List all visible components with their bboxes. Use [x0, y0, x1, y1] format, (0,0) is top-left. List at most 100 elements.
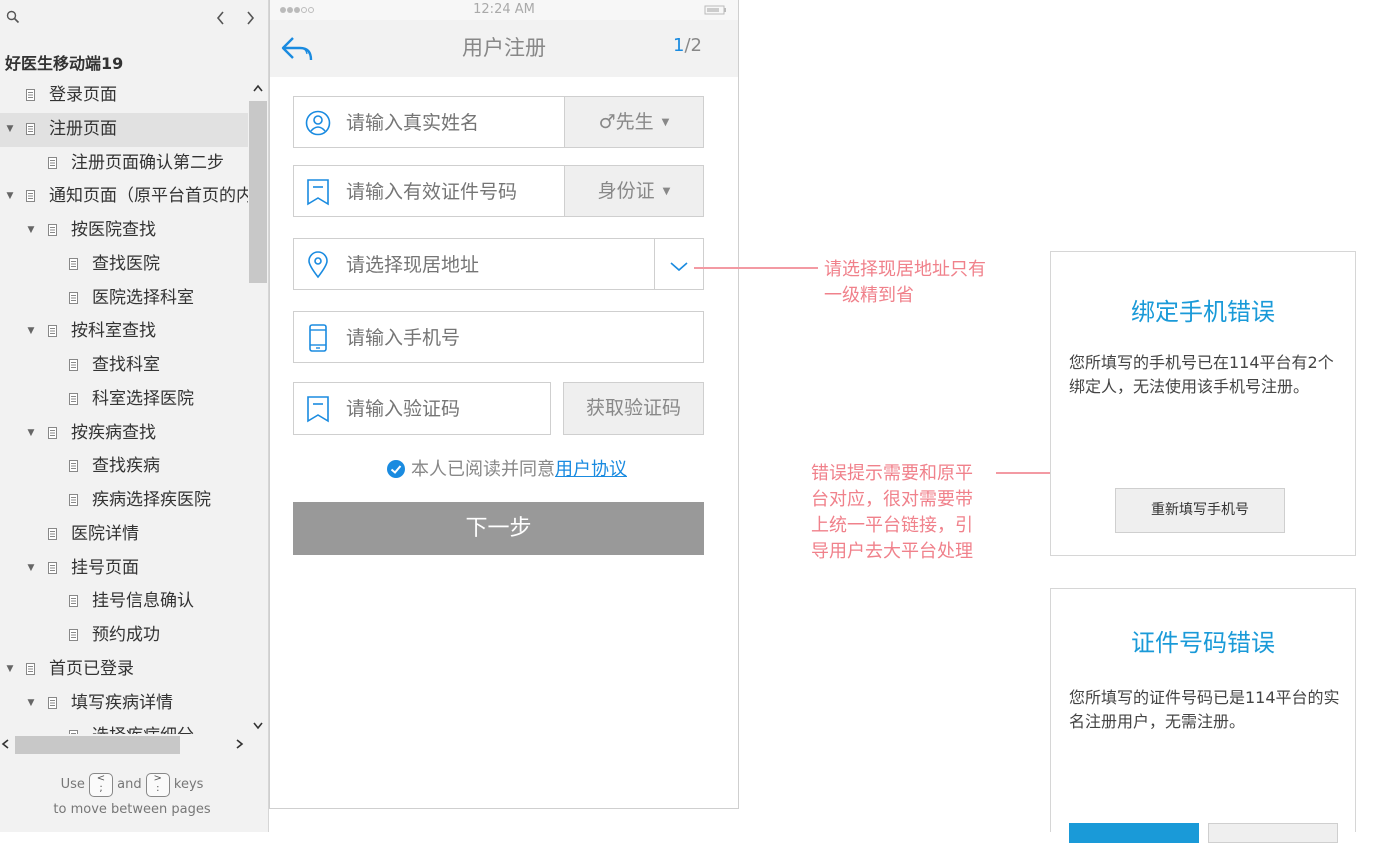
project-title: 好医生移动端19 — [5, 54, 124, 73]
id-error-secondary-button[interactable] — [1208, 823, 1338, 843]
tree-item[interactable]: ▼ 首页已登录 — [0, 653, 248, 687]
expand-arrow-icon[interactable]: ▼ — [5, 113, 15, 146]
id-type-value: 身份证 — [597, 180, 655, 202]
tree-item[interactable]: 查找疾病 — [0, 450, 248, 484]
tree-item[interactable]: 疾病选择疾医院 — [0, 484, 248, 518]
scroll-up-icon[interactable] — [252, 83, 264, 95]
user-agreement-link[interactable]: 用户协议 — [555, 459, 627, 480]
expand-arrow-icon[interactable]: ▼ — [26, 214, 36, 247]
error-annotation-line: 台对应，很对需要带 — [811, 489, 973, 510]
address-input[interactable] — [344, 239, 548, 291]
horizontal-scrollbar[interactable] — [0, 734, 248, 754]
page-icon — [48, 696, 57, 709]
tree-item[interactable]: 查找科室 — [0, 349, 248, 383]
refill-phone-button[interactable]: 重新填写手机号 — [1115, 488, 1285, 533]
tree-item[interactable]: 预约成功 — [0, 619, 248, 653]
tree-item-label: 预约成功 — [92, 625, 160, 645]
vertical-scrollbar[interactable] — [248, 79, 268, 734]
tree-item[interactable]: 注册页面确认第二步 — [0, 147, 248, 181]
key-next-icon: > : — [145, 772, 170, 797]
expand-arrow-icon[interactable]: ▼ — [26, 687, 36, 720]
tree-item[interactable]: ▼ 按医院查找 — [0, 214, 248, 248]
battery-icon — [704, 5, 726, 15]
tree-item-label: 医院详情 — [71, 523, 139, 544]
get-code-button[interactable]: 获取验证码 — [563, 382, 704, 435]
page-icon — [48, 325, 57, 338]
tree-item[interactable]: ▼ 按疾病查找 — [0, 417, 248, 451]
name-input[interactable] — [344, 97, 548, 149]
page-icon — [48, 426, 57, 439]
tree-item-label: 按科室查找 — [71, 321, 156, 342]
page-icon — [26, 662, 35, 675]
tree-item-label: 注册页面确认第二步 — [71, 152, 224, 173]
vertical-scroll-thumb[interactable] — [249, 101, 267, 283]
tree-item[interactable]: 医院详情 — [0, 518, 248, 552]
tree-item-label: 按疾病查找 — [71, 422, 156, 443]
id-error-primary-button[interactable] — [1069, 823, 1199, 843]
page-icon — [69, 392, 78, 405]
tree-item[interactable]: 科室选择医院 — [0, 383, 248, 417]
id-error-message: 您所填写的证件号码已是114平台的实名注册用户，无需注册。 — [1069, 688, 1340, 731]
gender-select[interactable]: ♂先生 ▼ — [564, 97, 703, 147]
search-icon[interactable] — [6, 10, 20, 24]
tree-item-label: 疾病选择疾医院 — [92, 490, 211, 510]
scroll-right-icon[interactable] — [233, 738, 245, 750]
user-icon — [305, 110, 331, 136]
verify-code-input[interactable] — [344, 383, 538, 435]
expand-arrow-icon[interactable]: ▼ — [26, 417, 36, 450]
id-number-input[interactable] — [344, 166, 548, 218]
next-page-icon[interactable] — [243, 10, 257, 26]
page-tree: 登录页面 ▼ 注册页面注册页面确认第二步 ▼ 通知页面（原平台首页的内 ▼ 按医院查找 查找医… — [0, 79, 248, 734]
tree-item[interactable]: 医院选择科室 — [0, 282, 248, 316]
status-time: 12:24 AM — [473, 2, 535, 17]
page-icon — [48, 527, 57, 540]
next-step-button[interactable]: 下一步 — [293, 502, 704, 555]
id-error-title: 证件号码错误 — [1131, 629, 1275, 657]
scroll-left-icon[interactable] — [0, 738, 12, 750]
tree-item[interactable]: 登录页面 — [0, 79, 248, 113]
tree-item[interactable]: ▼ 挂号页面 — [0, 552, 248, 586]
tree-item[interactable]: ▼ 填写疾病详情 — [0, 687, 248, 721]
expand-arrow-icon[interactable]: ▼ — [26, 315, 36, 348]
phone-number-input[interactable] — [344, 312, 548, 364]
bookmark-icon — [307, 179, 329, 206]
id-type-select[interactable]: 身份证 ▼ — [564, 166, 703, 216]
page-title: 用户注册 — [462, 36, 546, 60]
tree-item-label: 挂号页面 — [71, 557, 139, 578]
page-icon — [69, 359, 78, 371]
expand-arrow-icon[interactable]: ▼ — [26, 552, 36, 585]
page-icon — [69, 629, 78, 641]
address-dropdown[interactable] — [654, 239, 703, 289]
page-current: 1 — [673, 35, 685, 56]
agreement-text: 本人已阅读并同意 — [411, 459, 555, 480]
tree-item[interactable]: ▼ 通知页面（原平台首页的内 — [0, 180, 248, 214]
tree-item[interactable]: 挂号信息确认 — [0, 585, 248, 619]
expand-arrow-icon[interactable]: ▼ — [5, 180, 15, 213]
horizontal-scroll-thumb[interactable] — [15, 736, 180, 754]
sitemap-sidebar: 好医生移动端19 登录页面 ▼ 注册页面注册页面确认第二步 ▼ 通知页面（原平台首页的内… — [0, 0, 269, 832]
page-icon — [26, 89, 35, 101]
previous-page-icon[interactable] — [214, 10, 228, 26]
page-icon — [69, 494, 78, 506]
bookmark-icon — [307, 396, 329, 423]
tree-item[interactable]: 选择疾病细分 — [0, 720, 248, 734]
phone-mockup: 12:24 AM 用户注册 1/2 ♂先生 ▼ 身份证 ▼ — [269, 0, 739, 809]
tree-item-label: 查找科室 — [92, 355, 160, 375]
tree-item[interactable]: ▼ 按科室查找 — [0, 315, 248, 349]
tree-item[interactable]: 查找医院 — [0, 248, 248, 282]
tree-item-label: 挂号信息确认 — [92, 591, 194, 612]
scroll-down-icon[interactable] — [252, 719, 264, 731]
gender-value: ♂先生 — [598, 111, 654, 133]
phone-error-title: 绑定手机错误 — [1131, 298, 1275, 326]
address-field[interactable] — [293, 238, 704, 291]
expand-arrow-icon[interactable]: ▼ — [5, 653, 15, 686]
error-annotation-line: 错误提示需要和原平 — [811, 463, 973, 484]
tree-item[interactable]: ▼ 注册页面 — [0, 112, 248, 147]
phone-error-dialog: 绑定手机错误 您所填写的手机号已在114平台有2个绑定人，无法使用该手机号注册。… — [1050, 251, 1356, 556]
error-annotation: 错误提示需要和原平 台对应，很对需要带 上统一平台链接，引 导用户去大平台处理 — [811, 461, 973, 565]
nav-bar: 用户注册 1/2 — [270, 20, 738, 77]
phone-number-field — [293, 311, 704, 364]
page-indicator: 1/2 — [673, 20, 702, 72]
tree-item-label: 通知页面（原平台首页的内 — [49, 186, 248, 207]
checkbox-checked-icon[interactable] — [387, 460, 405, 478]
